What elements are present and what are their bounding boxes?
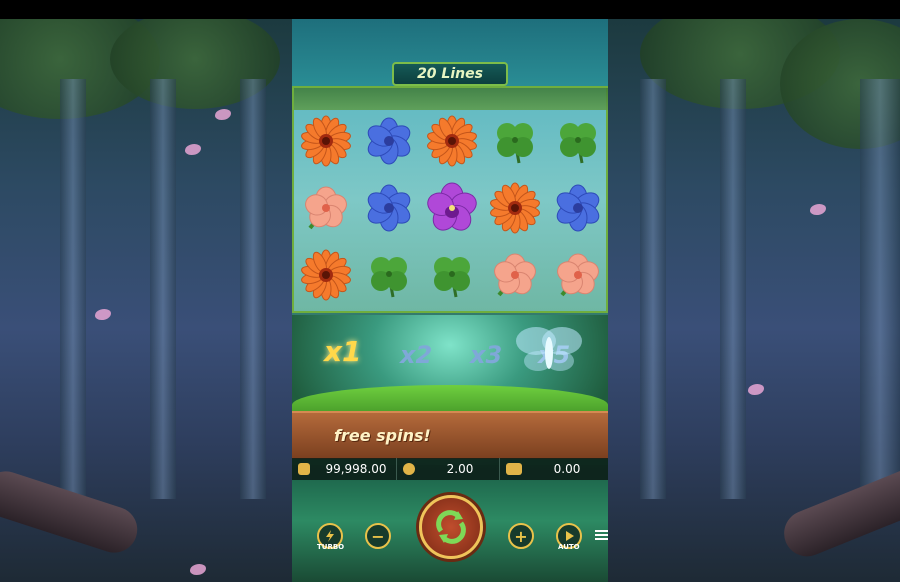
orange-flower-icon [300,115,352,167]
spin-arrows-icon [436,510,466,544]
fairy-icon [516,327,582,371]
feature-label: free spins! [334,426,431,445]
blue-flower-icon [363,115,415,167]
win-display: 0.00 [500,458,606,480]
control-panel: TURBO − + AUTO [292,480,608,582]
spin-button[interactable] [419,495,483,559]
multiplier-x3: x3 [470,341,503,369]
reel-cell [547,108,608,175]
reel-cell [484,108,547,175]
orange-flower-icon [300,249,352,301]
clover-icon [489,115,541,167]
tree-trunk [150,79,176,499]
reel-cell [484,175,547,242]
orange-flower-icon [426,115,478,167]
balance-value: 99,998.00 [325,462,387,476]
petal [748,384,764,395]
lightning-icon [326,530,334,542]
pink-flower-icon [489,249,541,301]
reel-grid[interactable] [294,108,608,308]
reel-frame [292,86,608,313]
orange-flower-icon [489,182,541,234]
vine-border [294,88,608,110]
increase-bet-button[interactable]: + [508,523,534,549]
petal [190,564,206,575]
reel-cell [294,241,357,308]
reel-cell [420,175,483,242]
reel-cell [547,175,608,242]
tree-trunk [640,79,666,499]
top-black-bar [0,0,900,19]
minus-icon: − [371,526,385,546]
plus-icon: + [514,526,528,546]
auto-label: AUTO [558,543,580,551]
clover-icon [552,115,604,167]
play-icon [566,531,574,541]
reel-cell [484,241,547,308]
bet-display[interactable]: 2.00 [396,458,500,480]
paylines-banner: 20 Lines [392,62,508,86]
menu-icon[interactable] [595,528,608,542]
blue-flower-icon [552,182,604,234]
tree-trunk [720,79,746,499]
slot-game: 20 Lines x1 x2 x3 x5 free spins! 99,998.00 … [292,19,608,582]
decrease-bet-button[interactable]: − [365,523,391,549]
turbo-label: TURBO [317,543,345,551]
multiplier-x1: x1 [324,335,362,368]
petal [185,144,201,155]
multiplier-x2: x2 [400,341,433,369]
clover-icon [363,249,415,301]
coin-stack-icon [403,463,415,475]
reel-cell [420,241,483,308]
balance-display: 99,998.00 [292,458,396,480]
info-bar: 99,998.00 2.00 0.00 [292,458,608,480]
blue-flower-icon [363,182,415,234]
bet-value: 2.00 [446,462,474,476]
wallet-icon [298,463,310,475]
reel-cell [357,108,420,175]
purple-orchid-icon [426,182,478,234]
clover-icon [426,249,478,301]
petal [215,109,231,120]
reel-cell [294,108,357,175]
tree-trunk [60,79,86,499]
tree-trunk [860,79,900,499]
win-icon [506,463,522,475]
reel-cell [357,175,420,242]
win-value: 0.00 [553,462,581,476]
reel-cell [547,241,608,308]
tree-trunk [240,79,266,499]
petal [95,309,111,320]
pink-flower-icon [552,249,604,301]
reel-cell [294,175,357,242]
petal [810,204,826,215]
reel-cell [420,108,483,175]
pink-flower-icon [300,182,352,234]
reel-cell [357,241,420,308]
